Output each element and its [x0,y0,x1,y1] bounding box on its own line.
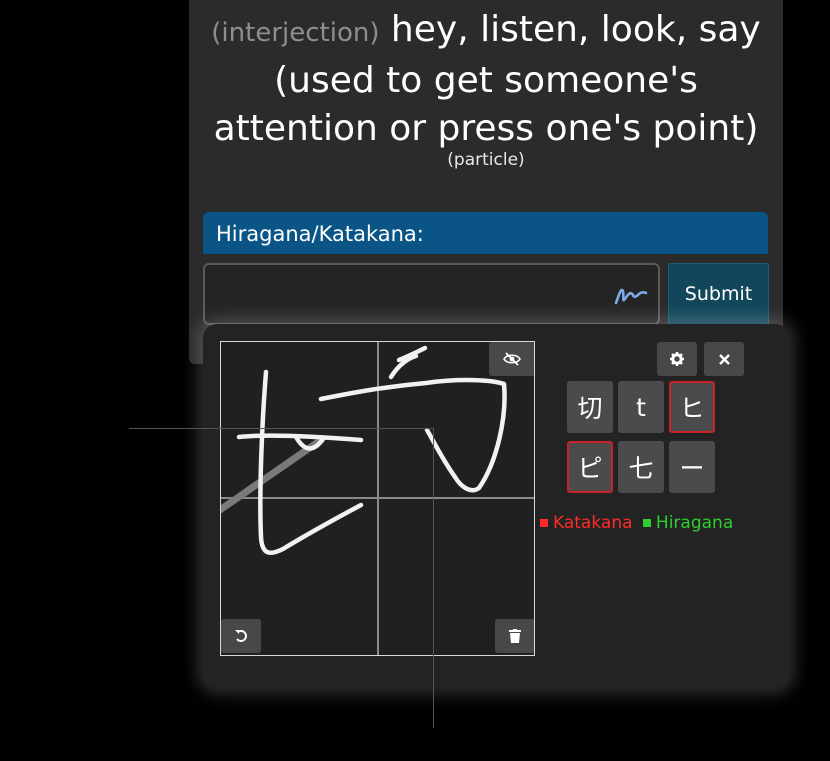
candidate-button[interactable]: ピ [567,441,613,493]
sub-part-of-speech: (particle) [447,150,525,170]
gear-icon [670,352,684,366]
undo-icon [235,630,247,642]
hide-strokes-button[interactable] [489,342,534,376]
candidate-button[interactable]: 切 [567,381,613,433]
clear-canvas-button[interactable] [495,619,534,653]
answer-label: Hiragana/Katakana: [203,212,768,254]
flashcard: (interjection) hey, listen, look, say (u… [189,0,783,364]
handwriting-strokes [221,342,534,655]
candidate-button[interactable]: 七 [618,441,664,493]
candidate-button[interactable]: ー [669,441,715,493]
hiragana-swatch [642,519,651,527]
trash-icon [509,629,521,643]
close-button[interactable] [704,342,744,376]
close-icon [718,353,730,365]
undo-button[interactable] [221,619,261,653]
legend-hiragana: Hiragana [642,513,734,533]
meaning-text: (interjection) hey, listen, look, say (u… [189,6,783,153]
settings-button[interactable] [657,342,697,376]
handwriting-canvas[interactable] [220,341,535,656]
handwriting-panel: 切 t ヒ ピ 七 ー Katakana Hiragana [203,324,789,688]
candidate-button[interactable]: ヒ [669,381,715,433]
script-legend: Katakana Hiragana [540,513,733,533]
legend-katakana-label: Katakana [553,513,633,533]
answer-input[interactable] [203,263,660,325]
guide-line-vertical [433,428,434,728]
eye-slash-icon [503,352,521,366]
submit-button[interactable]: Submit [668,263,769,325]
legend-katakana: Katakana [540,513,633,533]
legend-hiragana-label: Hiragana [655,513,734,533]
handwriting-pen-icon[interactable] [614,283,648,307]
part-of-speech: (interjection) [211,18,380,48]
guide-line-horizontal [129,428,434,429]
katakana-swatch [540,519,548,527]
candidate-button[interactable]: t [618,381,664,433]
